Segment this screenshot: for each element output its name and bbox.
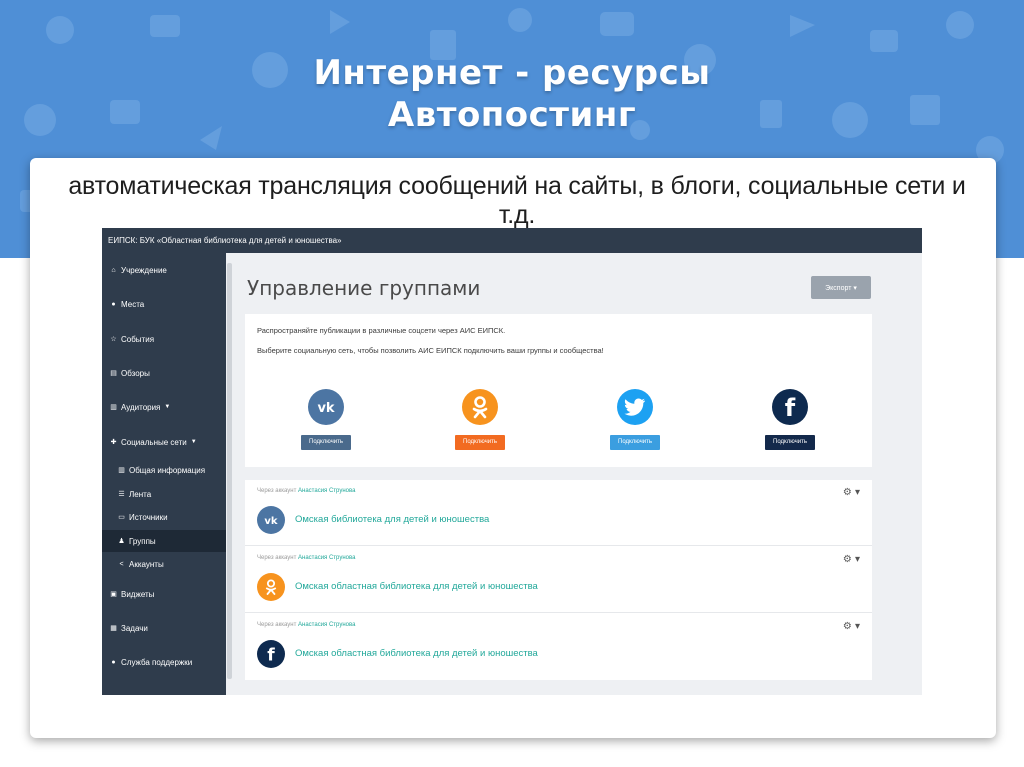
sidebar-item-label: Аудитория	[121, 402, 161, 412]
svg-text:f: f	[785, 395, 796, 419]
sidebar-item-label: Учреждение	[121, 265, 167, 275]
vk-icon[interactable]: vk	[308, 389, 344, 425]
share-icon: <	[119, 560, 124, 568]
connect-twitter-button[interactable]: Подключить	[610, 435, 660, 450]
sidebar-item-label: Аккаунты	[129, 559, 164, 569]
sidebar-item-label: Места	[121, 299, 145, 309]
odnoklassniki-icon	[257, 573, 285, 601]
export-button[interactable]: Экспорт ▾	[811, 276, 871, 299]
image-icon: ▣	[110, 591, 117, 598]
gear-icon[interactable]: ⚙ ▾	[843, 621, 860, 632]
sidebar-item-support[interactable]: ● Служба поддержки	[102, 651, 226, 673]
content-card: автоматическая трансляция сообщений на с…	[30, 158, 996, 738]
list-item: Через аккаунт Анастасия Струнова ⚙ ▾ f О…	[245, 614, 872, 680]
thumbs-up-icon: ✚	[110, 439, 117, 446]
network-vk: vk Подключить	[281, 389, 371, 450]
sidebar-item-label: Общая информация	[129, 465, 206, 475]
sidebar-item-label: Группы	[129, 536, 156, 546]
slide-title-line2: Автопостинг	[387, 95, 637, 135]
list-icon: ▤	[110, 370, 117, 377]
account-link[interactable]: Анастасия Струнова	[298, 622, 355, 628]
svg-text:f: f	[267, 645, 275, 663]
sidebar-item-sources[interactable]: ▭ Источники	[102, 506, 226, 528]
page-title: Управление группами	[247, 276, 481, 300]
group-via-account: Через аккаунт Анастасия Струнова	[257, 555, 356, 561]
info-line-1: Распространяйте публикации в различные с…	[257, 326, 506, 335]
group-via-account: Через аккаунт Анастасия Струнова	[257, 488, 356, 494]
bar-chart-icon: ▥	[110, 404, 117, 411]
star-icon: ☆	[110, 336, 117, 343]
map-marker-icon: ●	[111, 300, 116, 308]
sidebar-item-groups[interactable]: ♟ Группы	[102, 530, 226, 552]
group-via-account: Через аккаунт Анастасия Струнова	[257, 622, 356, 628]
sidebar-item-widgets[interactable]: ▣ Виджеты	[102, 583, 226, 605]
network-twitter: Подключить	[590, 389, 680, 450]
facebook-icon[interactable]: f	[772, 389, 808, 425]
sidebar-item-label: Лента	[129, 489, 152, 499]
sidebar-item-label: Задачи	[121, 623, 148, 633]
sidebar-item-label: Социальные сети	[121, 437, 187, 447]
sidebar-item-audience[interactable]: ▥ Аудитория ▼	[102, 396, 226, 418]
sidebar-item-label: Обзоры	[121, 368, 150, 378]
tasks-icon: ▦	[110, 625, 117, 632]
facebook-icon: f	[257, 640, 285, 668]
sidebar-item-social-networks[interactable]: ✚ Социальные сети ▼	[102, 431, 226, 453]
slide-subtitle: автоматическая трансляция сообщений на с…	[68, 172, 966, 229]
sidebar-item-feed[interactable]: ☰ Лента	[102, 483, 226, 505]
connect-panel: Распространяйте публикации в различные с…	[245, 314, 872, 467]
gear-icon[interactable]: ⚙ ▾	[843, 554, 860, 565]
scrollbar[interactable]	[227, 263, 232, 679]
connect-facebook-button[interactable]: Подключить	[765, 435, 815, 450]
bar-chart-icon: ▥	[118, 467, 125, 474]
slide-title: Интернет - ресурсы Автопостинг	[0, 52, 1024, 136]
sidebar-item-label: Виджеты	[121, 589, 155, 599]
list-item: Через аккаунт Анастасия Струнова ⚙ ▾ Омс…	[245, 547, 872, 613]
twitter-icon[interactable]	[617, 389, 653, 425]
gear-icon[interactable]: ⚙ ▾	[843, 487, 860, 498]
sidebar-item-label: Служба поддержки	[121, 657, 193, 667]
users-icon: ♟	[118, 538, 125, 545]
sidebar-item-tasks[interactable]: ▦ Задачи	[102, 617, 226, 639]
account-link[interactable]: Анастасия Струнова	[298, 555, 355, 561]
sidebar-item-institution[interactable]: ⌂ Учреждение	[102, 259, 226, 281]
sidebar-item-general-info[interactable]: ▥ Общая информация	[102, 459, 226, 481]
app-topbar: ЕИПСК: БУК «Областная библиотека для дет…	[102, 228, 922, 253]
group-name-link[interactable]: Омская областная библиотека для детей и …	[295, 648, 538, 659]
sidebar: ⌂ Учреждение ● Места ☆ События ▤ Обзоры …	[102, 253, 226, 695]
group-name-link[interactable]: Омская областная библиотека для детей и …	[295, 581, 538, 592]
connect-ok-button[interactable]: Подключить	[455, 435, 505, 450]
vk-icon: vk	[257, 506, 285, 534]
odnoklassniki-icon[interactable]	[462, 389, 498, 425]
sidebar-item-places[interactable]: ● Места	[102, 293, 226, 315]
account-link[interactable]: Анастасия Струнова	[298, 488, 355, 494]
list-item: Через аккаунт Анастасия Струнова ⚙ ▾ vk …	[245, 480, 872, 546]
sidebar-item-label: Источники	[129, 512, 168, 522]
list-icon: ☰	[118, 491, 125, 498]
sidebar-item-accounts[interactable]: < Аккаунты	[102, 553, 226, 575]
network-ok: Подключить	[435, 389, 525, 450]
chat-icon: ●	[111, 658, 116, 666]
info-line-2: Выберите социальную сеть, чтобы позволит…	[257, 346, 604, 355]
sidebar-item-label: События	[121, 334, 155, 344]
network-facebook: f Подключить	[745, 389, 835, 450]
svg-text:vk: vk	[317, 401, 334, 414]
svg-text:vk: vk	[264, 516, 278, 526]
groups-list: Через аккаунт Анастасия Струнова ⚙ ▾ vk …	[245, 480, 872, 680]
sidebar-item-events[interactable]: ☆ События	[102, 328, 226, 350]
sidebar-item-reviews[interactable]: ▤ Обзоры	[102, 362, 226, 384]
slide-title-line1: Интернет - ресурсы	[313, 53, 711, 93]
print-icon: ▭	[118, 514, 125, 521]
caret-down-icon: ▼	[190, 439, 197, 445]
connect-vk-button[interactable]: Подключить	[301, 435, 351, 450]
app-screenshot: ЕИПСК: БУК «Областная библиотека для дет…	[102, 228, 922, 695]
home-icon: ⌂	[111, 266, 116, 274]
caret-down-icon: ▼	[164, 404, 171, 410]
group-name-link[interactable]: Омская библиотека для детей и юношества	[295, 514, 489, 525]
